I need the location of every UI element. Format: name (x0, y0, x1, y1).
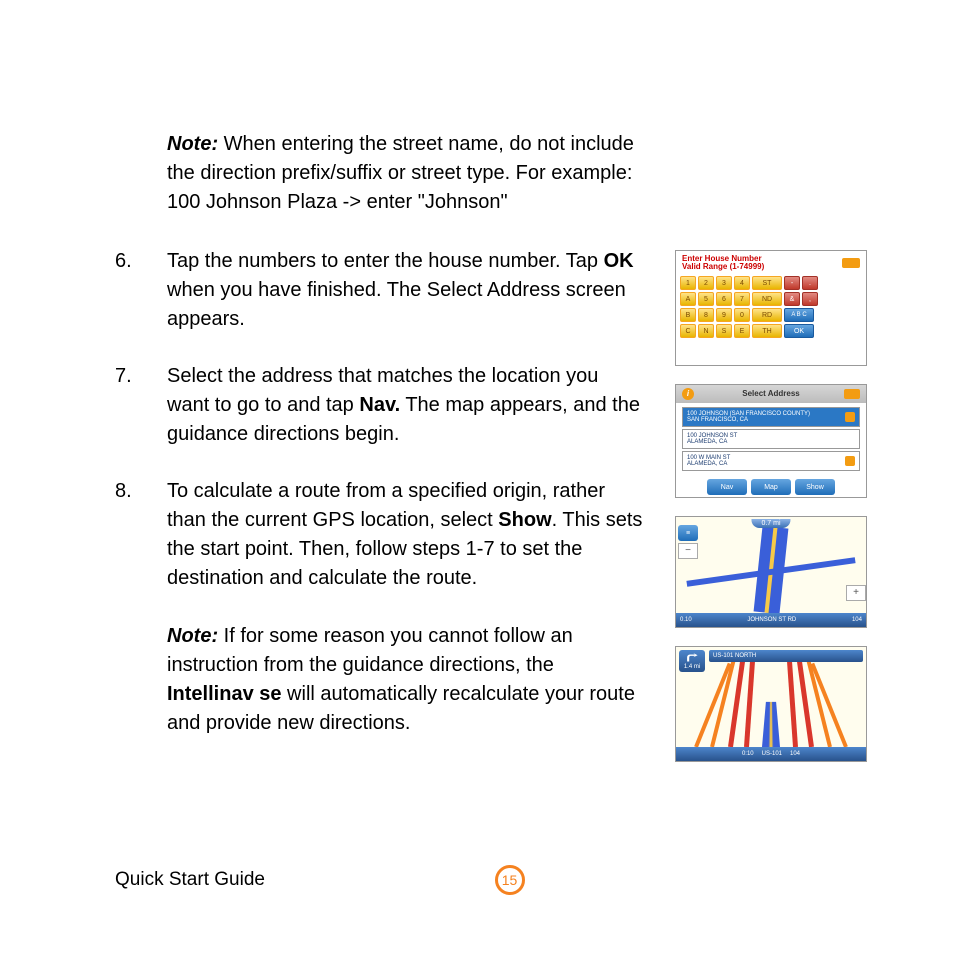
zoom-in-icon: + (846, 585, 866, 601)
show-button: Show (795, 479, 835, 495)
key-ok: OK (784, 324, 814, 338)
key: 8 (698, 308, 714, 322)
key: B (680, 308, 696, 322)
highway-icon (762, 702, 780, 747)
key: RD (752, 308, 782, 322)
footer-label: Quick Start Guide (115, 866, 265, 894)
step-number: 6. (115, 247, 167, 334)
note-text: When entering the street name, do not in… (167, 133, 634, 213)
keypad-title-2: Valid Range (1-74999) (682, 263, 764, 271)
step-8: 8. To calculate a route from a specified… (115, 477, 645, 738)
key: A (680, 292, 696, 306)
key: 5 (698, 292, 714, 306)
key: S (716, 324, 732, 338)
status-center: US-101 (762, 751, 782, 757)
note-label: Note: (167, 625, 218, 647)
thumbnail-keypad: Enter House Number Valid Range (1-74999)… (675, 250, 867, 366)
key: 9 (716, 308, 732, 322)
key: 1 (680, 276, 696, 290)
info-icon: i (682, 388, 694, 400)
page-footer: Quick Start Guide 15 (115, 866, 904, 894)
screen-title: Select Address (742, 390, 800, 398)
step-7: 7. Select the address that matches the l… (115, 362, 645, 449)
thumbnail-column: Enter House Number Valid Range (1-74999)… (675, 130, 867, 766)
key: 7 (734, 292, 750, 306)
road-icon (744, 657, 755, 747)
key: TH (752, 324, 782, 338)
key: 0 (734, 308, 750, 322)
scroll-down-icon (845, 456, 855, 466)
steps-list: 6. Tap the numbers to enter the house nu… (115, 247, 645, 738)
key: & (784, 292, 800, 306)
key: 2 (698, 276, 714, 290)
key: . (802, 276, 818, 290)
note-label: Note: (167, 133, 218, 155)
key: ND (752, 292, 782, 306)
address-item: 100 W MAIN ST ALAMEDA, CA (682, 451, 860, 471)
key: ST (752, 276, 782, 290)
key: C (680, 324, 696, 338)
status-center: JOHNSON ST RD (747, 617, 796, 623)
step-body: Tap the numbers to enter the house numbe… (167, 247, 645, 334)
page-number-badge: 15 (495, 865, 525, 895)
road-icon (787, 657, 798, 747)
status-left: 0:10 (742, 751, 754, 757)
distance-badge: 0.7 mi (751, 519, 790, 528)
map-button: Map (751, 479, 791, 495)
address-item: 100 JOHNSON ST ALAMEDA, CA (682, 429, 860, 449)
key: 4 (734, 276, 750, 290)
key: , (802, 292, 818, 306)
key: 3 (716, 276, 732, 290)
status-left: 0.10 (680, 617, 692, 623)
thumbnail-3d-nav: 1.4 mi US-101 NORTH 0:10 US-101 104 (675, 646, 867, 762)
step-6: 6. Tap the numbers to enter the house nu… (115, 247, 645, 334)
step-body: To calculate a route from a specified or… (167, 477, 645, 738)
key: N (698, 324, 714, 338)
status-right: 104 (852, 617, 862, 623)
status-right: 104 (790, 751, 800, 757)
note-block-1: Note: When entering the street name, do … (167, 130, 645, 217)
step-body: Select the address that matches the loca… (167, 362, 645, 449)
scroll-up-icon (845, 412, 855, 422)
nav-button: Nav (707, 479, 747, 495)
address-item: 100 JOHNSON (SAN FRANCISCO COUNTY) SAN F… (682, 407, 860, 427)
key: E (734, 324, 750, 338)
thumbnail-select-address: i Select Address 100 JOHNSON (SAN FRANCI… (675, 384, 867, 498)
step-number: 7. (115, 362, 167, 449)
step-number: 8. (115, 477, 167, 738)
top-bar: US-101 NORTH (709, 650, 863, 662)
menu-icon: ≡ (678, 525, 698, 541)
turn-icon: 1.4 mi (679, 650, 705, 672)
main-text-column: Note: When entering the street name, do … (115, 130, 645, 766)
back-icon (844, 389, 860, 399)
thumbnail-map-overview: 0.7 mi ≡ − + 0.10 JOHNSON ST RD 104 (675, 516, 867, 628)
key: - (784, 276, 800, 290)
key: 6 (716, 292, 732, 306)
zoom-out-icon: − (678, 543, 698, 559)
key-abc: A B C (784, 308, 814, 322)
turn-distance: 1.4 mi (684, 664, 700, 670)
back-icon (842, 258, 860, 268)
